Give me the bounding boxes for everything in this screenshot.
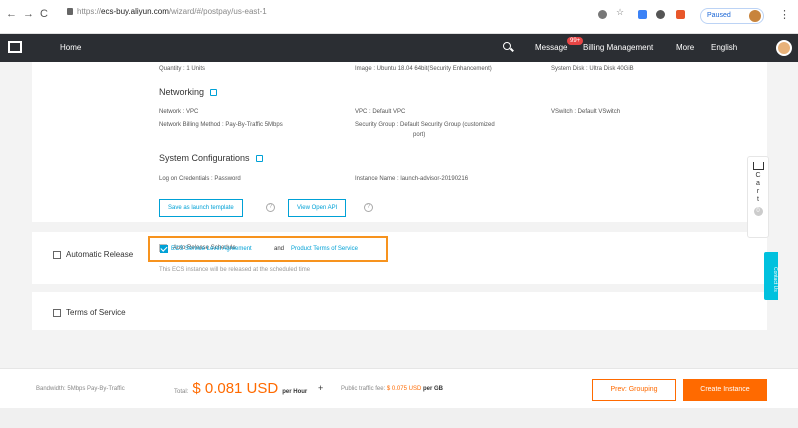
billing-management-link[interactable]: Billing Management	[583, 43, 653, 52]
terms-and-text: and	[274, 246, 285, 252]
bandwidth-summary: Bandwidth: 5Mbps Pay-By-Traffic	[36, 386, 125, 392]
edit-networking-icon[interactable]	[210, 88, 218, 96]
config-summary-card: Quantity : 1 Units Image : Ubuntu 18.04 …	[32, 62, 767, 222]
auto-release-hint: This ECS instance will be released at th…	[159, 267, 311, 273]
public-traffic-fee: Public traffic fee: $ 0.075 USD per GB	[341, 386, 443, 392]
logon-credentials-value: Log on Credentials : Password	[159, 176, 241, 182]
system-config-title: System Configurations	[159, 153, 263, 163]
cart-letter: r	[756, 188, 760, 195]
page-bottom-strip	[0, 408, 798, 428]
address-bar[interactable]: https://ecs-buy.aliyun.com/wizard/#/post…	[67, 7, 267, 16]
extension-icon[interactable]	[638, 10, 647, 19]
key-icon[interactable]	[598, 10, 607, 19]
profile-paused-button[interactable]: Paused	[700, 8, 764, 24]
quantity-value: Quantity : 1 Units	[159, 66, 206, 72]
cart-widget[interactable]: C a r t 0	[747, 156, 769, 238]
view-open-api-button[interactable]: View Open API	[288, 199, 347, 217]
terms-of-service-label: Terms of Service	[53, 308, 126, 317]
extension-icon-3[interactable]	[676, 10, 685, 19]
networking-title-text: Networking	[159, 87, 205, 97]
profile-label: Paused	[707, 12, 731, 19]
contact-us-tab[interactable]: Contact Us	[764, 252, 778, 300]
security-group-value-cont: port)	[413, 132, 426, 138]
per-hour-unit: per Hour	[282, 389, 308, 395]
main-content: Quantity : 1 Units Image : Ubuntu 18.04 …	[0, 62, 798, 368]
cart-letter: a	[756, 180, 760, 187]
automatic-release-card: Automatic Release Auto Release Schedule …	[32, 232, 767, 284]
extension-icon-2[interactable]	[656, 10, 665, 19]
more-menu[interactable]: More	[676, 43, 694, 52]
vpc-value: VPC : Default VPC	[355, 109, 406, 115]
per-gb-unit: per GB	[422, 386, 443, 392]
back-arrow-icon[interactable]: ←	[6, 8, 17, 20]
home-link[interactable]: Home	[60, 43, 81, 52]
public-fee-label: Public traffic fee:	[341, 386, 386, 392]
search-icon[interactable]	[503, 42, 511, 50]
instance-name-value: Instance Name : launch-advisor-20190216	[355, 176, 469, 182]
total-amount: $ 0.081 USD	[192, 380, 279, 397]
image-value: Image : Ubuntu 18.04 64bit(Security Enha…	[355, 66, 492, 72]
help-icon[interactable]: ?	[364, 203, 373, 212]
network-value: Network : VPC	[159, 109, 199, 115]
security-group-value: Security Group : Default Security Group …	[355, 122, 495, 128]
lock-icon	[67, 8, 73, 15]
language-selector[interactable]: English	[711, 43, 737, 52]
public-fee-amount: $ 0.075 USD	[386, 386, 422, 392]
url-domain: ecs-buy.aliyun.com	[101, 7, 169, 16]
console-topbar: Home Message 99+ Billing Management More…	[0, 34, 798, 62]
cart-letter: t	[757, 196, 759, 203]
automatic-release-label: Automatic Release	[53, 250, 133, 259]
terms-highlight-box: ECS Service Level Agreement and Product …	[148, 236, 388, 262]
price-footer: Bandwidth: 5Mbps Pay-By-Traffic Total: $…	[0, 368, 798, 408]
release-icon	[53, 250, 61, 259]
automatic-release-text: Automatic Release	[66, 250, 134, 259]
terms-agree-checkbox[interactable]	[160, 245, 168, 253]
total-price: Total: $ 0.081 USD per Hour	[174, 380, 307, 397]
message-badge: 99+	[567, 37, 584, 45]
cart-letter: C	[755, 172, 761, 179]
system-disk-value: System Disk : Ultra Disk 40GiB	[551, 66, 634, 72]
browser-menu-icon[interactable]: ⋮	[779, 8, 790, 21]
url-prefix: https://	[77, 7, 102, 16]
plus-sign: +	[318, 383, 324, 393]
terms-icon	[53, 308, 61, 317]
terms-of-service-card: Terms of Service	[32, 292, 767, 330]
message-link[interactable]: Message	[535, 43, 567, 52]
networking-title: Networking	[159, 87, 218, 97]
cart-count: 0	[753, 207, 763, 216]
create-instance-button[interactable]: Create Instance	[683, 379, 767, 401]
url-path: /wizard/#/postpay/us-east-1	[168, 7, 267, 16]
prev-grouping-button[interactable]: Prev: Grouping	[592, 379, 676, 401]
browser-chrome: ← → C https://ecs-buy.aliyun.com/wizard/…	[0, 0, 798, 34]
reload-icon[interactable]: C	[40, 8, 48, 20]
aliyun-logo-icon[interactable]	[8, 41, 22, 53]
save-as-launch-template-button[interactable]: Save as launch template	[159, 199, 243, 217]
star-icon[interactable]: ☆	[616, 7, 625, 17]
network-billing-value: Network Billing Method : Pay-By-Traffic …	[159, 122, 283, 128]
cart-icon	[752, 162, 764, 170]
system-config-title-text: System Configurations	[159, 153, 250, 163]
total-label: Total:	[174, 389, 189, 395]
vswitch-value: VSwitch : Default VSwitch	[551, 109, 621, 115]
terms-of-service-text: Terms of Service	[66, 308, 126, 317]
help-icon[interactable]: ?	[266, 203, 275, 212]
forward-arrow-icon[interactable]: →	[23, 8, 34, 20]
user-avatar[interactable]	[776, 40, 792, 56]
edit-system-config-icon[interactable]	[255, 154, 263, 162]
sla-link[interactable]: ECS Service Level Agreement	[171, 246, 252, 252]
product-terms-link[interactable]: Product Terms of Service	[291, 246, 358, 252]
profile-avatar	[749, 10, 761, 22]
